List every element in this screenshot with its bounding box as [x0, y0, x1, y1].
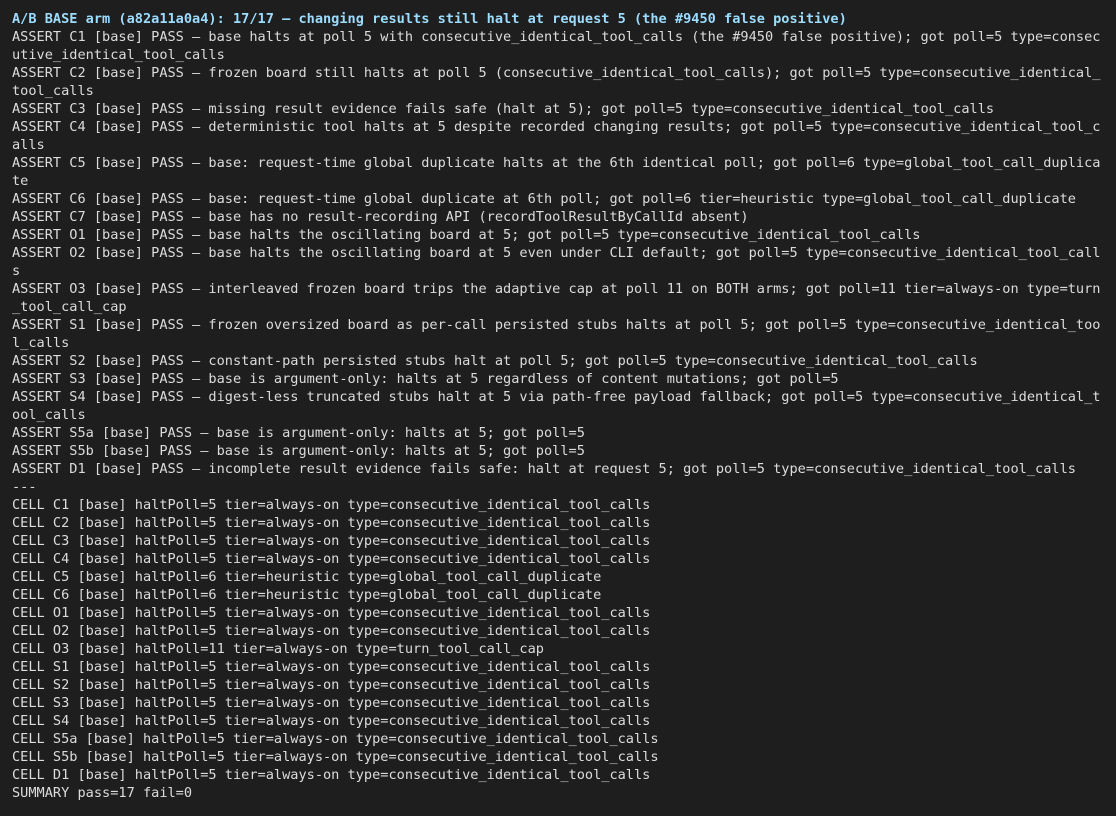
cell-line: CELL S5a [base] haltPoll=5 tier=always-o… [12, 731, 659, 747]
cell-line: CELL O2 [base] haltPoll=5 tier=always-on… [12, 623, 651, 639]
assert-line: ASSERT C2 [base] PASS — frozen board sti… [12, 65, 1101, 99]
assert-line: ASSERT O1 [base] PASS — base halts the o… [12, 227, 921, 243]
separator-line: --- [12, 479, 37, 495]
cell-line: CELL C5 [base] haltPoll=6 tier=heuristic… [12, 569, 602, 585]
assert-line: ASSERT D1 [base] PASS — incomplete resul… [12, 461, 1076, 477]
assert-line: ASSERT S5a [base] PASS — base is argumen… [12, 425, 585, 441]
assert-line: ASSERT S5b [base] PASS — base is argumen… [12, 443, 585, 459]
assert-line: ASSERT S1 [base] PASS — frozen oversized… [12, 317, 1101, 351]
header-line: A/B BASE arm (a82a11a0a4): 17/17 — chang… [12, 11, 847, 27]
cell-line: CELL C1 [base] haltPoll=5 tier=always-on… [12, 497, 651, 513]
assert-line: ASSERT O2 [base] PASS — base halts the o… [12, 245, 1101, 279]
terminal-output[interactable]: A/B BASE arm (a82a11a0a4): 17/17 — chang… [0, 0, 1116, 816]
cell-line: CELL C4 [base] haltPoll=5 tier=always-on… [12, 551, 651, 567]
assert-line: ASSERT C6 [base] PASS — base: request-ti… [12, 191, 1076, 207]
cell-line: CELL C3 [base] haltPoll=5 tier=always-on… [12, 533, 651, 549]
assert-line: ASSERT S4 [base] PASS — digest-less trun… [12, 389, 1101, 423]
assert-line: ASSERT C5 [base] PASS — base: request-ti… [12, 155, 1101, 189]
cell-line: CELL S1 [base] haltPoll=5 tier=always-on… [12, 659, 651, 675]
cell-line: CELL S4 [base] haltPoll=5 tier=always-on… [12, 713, 651, 729]
assert-line: ASSERT S3 [base] PASS — base is argument… [12, 371, 839, 387]
cell-line: CELL S3 [base] haltPoll=5 tier=always-on… [12, 695, 651, 711]
assert-line: ASSERT C4 [base] PASS — deterministic to… [12, 119, 1101, 153]
assert-line: ASSERT O3 [base] PASS — interleaved froz… [12, 281, 1101, 315]
assert-line: ASSERT S2 [base] PASS — constant-path pe… [12, 353, 978, 369]
cell-line: CELL O3 [base] haltPoll=11 tier=always-o… [12, 641, 544, 657]
cell-line: CELL D1 [base] haltPoll=5 tier=always-on… [12, 767, 651, 783]
cell-line: CELL C6 [base] haltPoll=6 tier=heuristic… [12, 587, 602, 603]
assert-line: ASSERT C1 [base] PASS — base halts at po… [12, 29, 1101, 63]
summary-line: SUMMARY pass=17 fail=0 [12, 785, 193, 801]
cell-line: CELL S5b [base] haltPoll=5 tier=always-o… [12, 749, 659, 765]
cell-line: CELL C2 [base] haltPoll=5 tier=always-on… [12, 515, 651, 531]
cell-line: CELL S2 [base] haltPoll=5 tier=always-on… [12, 677, 651, 693]
assert-line: ASSERT C3 [base] PASS — missing result e… [12, 101, 995, 117]
cell-line: CELL O1 [base] haltPoll=5 tier=always-on… [12, 605, 651, 621]
assert-line: ASSERT C7 [base] PASS — base has no resu… [12, 209, 749, 225]
